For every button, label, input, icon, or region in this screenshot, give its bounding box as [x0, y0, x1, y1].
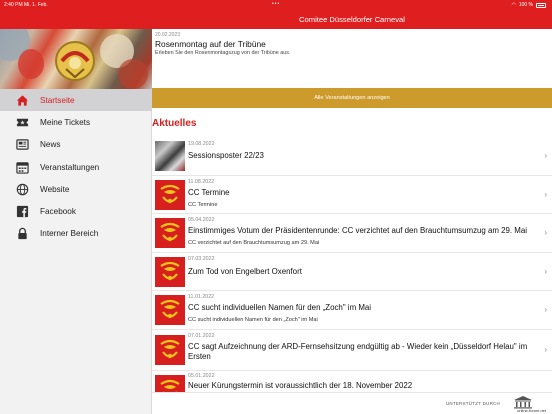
news-title: Einstimmiges Votum der Präsidentenrunde:…: [188, 226, 528, 235]
forum-brand[interactable]: online-forum.net: [517, 408, 546, 413]
footer: UNTERSTÜTZT DURCH online-forum.net: [152, 392, 552, 414]
sidebar-item-label: Meine Tickets: [40, 117, 91, 127]
chevron-right-icon: ›: [544, 267, 547, 276]
sidebar-item-interner-bereich[interactable]: Interner Bereich: [0, 223, 152, 245]
cc-emblem-icon: [155, 180, 185, 210]
battery-percent: 100 %: [518, 2, 533, 8]
news-date: 07.01.2022: [188, 333, 215, 339]
multitask-dots-icon[interactable]: •••: [272, 1, 280, 7]
cc-emblem-icon: [155, 295, 185, 325]
sidebar-item-website[interactable]: Website: [0, 178, 152, 200]
sidebar-item-label: Interner Bereich: [40, 229, 99, 239]
news-row[interactable]: 11.01.2022 CC sucht individuellen Namen …: [152, 291, 552, 330]
featured-title: Rosenmontag auf der Tribüne: [155, 39, 266, 49]
news-row[interactable]: 05.04.2022 Einstimmiges Votum der Präsid…: [152, 214, 552, 253]
news-subtitle: CC verzichtet auf den Brauchtumsumzug am…: [188, 240, 320, 246]
news-date: 07.03.2022: [188, 256, 215, 262]
featured-subtitle: Erleben Sie den Rosenmontagszug von der …: [155, 50, 291, 56]
news-thumbnail-photo: [155, 141, 185, 171]
news-subtitle: CC Termine: [188, 202, 218, 208]
news-row[interactable]: 19.08.2022 Sessionsposter 22/23 ›: [152, 137, 552, 176]
news-title: CC Termine: [188, 188, 230, 197]
featured-event[interactable]: 20.02.2023 Rosenmontag auf der Tribüne E…: [152, 29, 552, 88]
main-content: Comitee Düsseldorfer Carneval 20.02.2023…: [152, 0, 552, 414]
news-section-title: Aktuelles: [152, 118, 197, 129]
hero-image: [0, 29, 152, 89]
chevron-right-icon: ›: [544, 228, 547, 237]
battery-icon: [536, 2, 546, 8]
news-date: 05.04.2022: [188, 217, 215, 223]
news-list: 19.08.2022 Sessionsposter 22/23 › 11.08.…: [152, 137, 552, 405]
news-date: 05.01.2022: [188, 373, 215, 379]
ticket-icon: [15, 115, 29, 129]
globe-icon: [15, 182, 29, 196]
featured-date: 20.02.2023: [155, 32, 181, 38]
news-subtitle: CC sucht individuellen Namen für den „Zo…: [188, 317, 318, 323]
cc-emblem-icon: [155, 335, 185, 365]
sidebar-menu: Startseite Meine Tickets News Veranstalt…: [0, 89, 152, 245]
lock-icon: [15, 227, 29, 241]
news-row[interactable]: 07.01.2022 CC sagt Aufzeichnung der ARD-…: [152, 330, 552, 371]
wifi-icon: ◠: [511, 2, 516, 8]
news-title: CC sagt Aufzeichnung der ARD-Fernsehsitz…: [188, 342, 528, 361]
carnival-emblem-icon: [55, 41, 95, 81]
news-title: Zum Tod von Engelbert Oxenfort: [188, 267, 302, 276]
chevron-right-icon: ›: [544, 305, 547, 314]
all-events-button[interactable]: Alle Veranstaltungen anzeigen: [152, 88, 552, 108]
news-date: 11.08.2022: [188, 179, 215, 185]
sidebar-item-facebook[interactable]: Facebook: [0, 200, 152, 222]
building-icon[interactable]: [512, 395, 534, 409]
status-time: 2:40 PM Mi. 1. Feb.: [4, 2, 48, 8]
calendar-icon: [15, 160, 29, 174]
news-row[interactable]: 11.08.2022 CC Termine CC Termine ›: [152, 176, 552, 214]
sidebar-item-meine-tickets[interactable]: Meine Tickets: [0, 111, 152, 133]
sidebar-item-label: Veranstaltungen: [40, 162, 100, 172]
cc-emblem-icon: [155, 218, 185, 248]
status-bar: 2:40 PM Mi. 1. Feb. ••• ◠ 100 %: [0, 0, 552, 9]
news-title: CC sucht individuellen Namen für den „Zo…: [188, 303, 372, 312]
chevron-right-icon: ›: [544, 190, 547, 199]
home-icon: [15, 93, 29, 107]
chevron-right-icon: ›: [544, 151, 547, 160]
sidebar-item-label: Facebook: [40, 207, 76, 217]
page-title: Comitee Düsseldorfer Carneval: [299, 15, 405, 24]
sidebar-item-veranstaltungen[interactable]: Veranstaltungen: [0, 156, 152, 178]
sidebar-item-label: News: [40, 140, 61, 150]
sidebar-item-label: Startseite: [40, 95, 75, 105]
sidebar-item-startseite[interactable]: Startseite: [0, 89, 152, 112]
news-title: Neuer Kürungstermin ist voraussichtlich …: [188, 381, 413, 390]
status-right: ◠ 100 %: [511, 2, 546, 8]
supported-by-label: UNTERSTÜTZT DURCH: [445, 401, 500, 406]
news-title: Sessionsposter 22/23: [188, 151, 264, 160]
news-row[interactable]: 07.03.2022 Zum Tod von Engelbert Oxenfor…: [152, 253, 552, 291]
news-date: 19.08.2022: [188, 141, 215, 147]
sidebar-item-news[interactable]: News: [0, 134, 152, 156]
news-date: 11.01.2022: [188, 294, 215, 300]
sidebar-item-label: Website: [40, 184, 70, 194]
sidebar: Startseite Meine Tickets News Veranstalt…: [0, 0, 152, 414]
facebook-icon: [15, 205, 29, 219]
chevron-right-icon: ›: [544, 345, 547, 354]
news-icon: [15, 138, 29, 152]
cc-emblem-icon: [155, 257, 185, 287]
